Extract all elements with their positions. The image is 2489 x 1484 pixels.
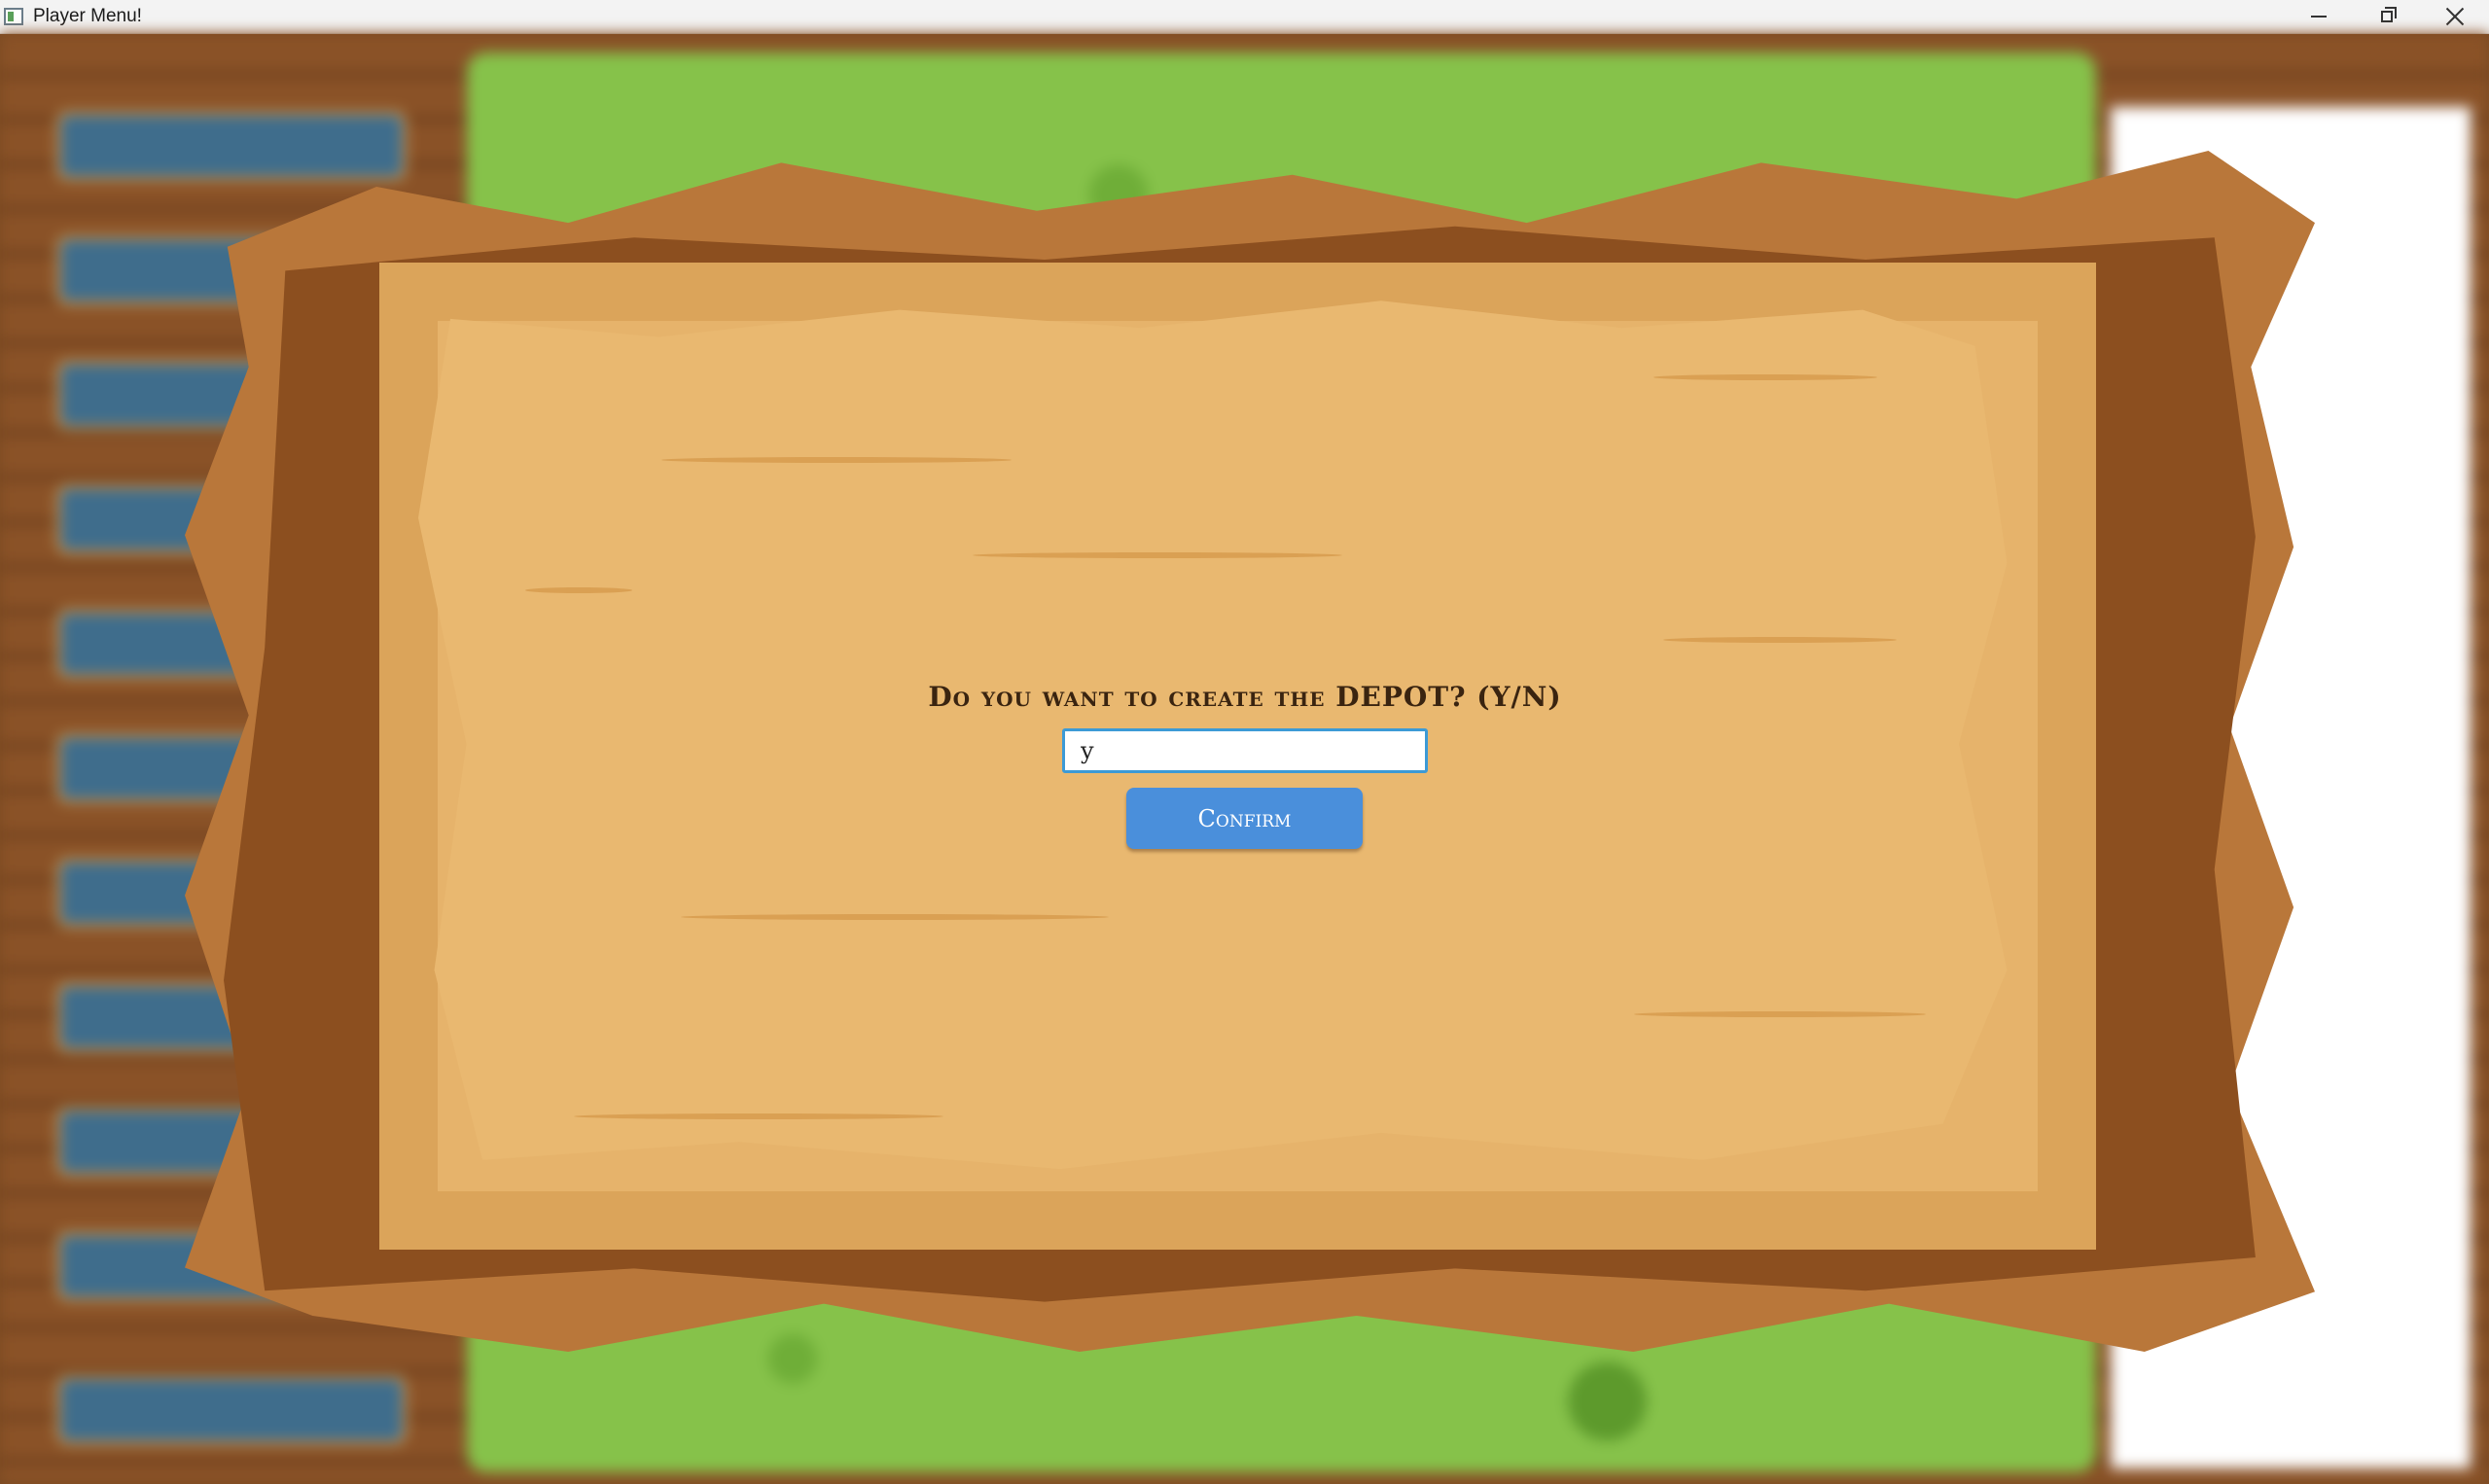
parchment-grain: [1663, 637, 1897, 643]
parchment-grain: [525, 587, 632, 593]
parchment-grain: [1653, 374, 1877, 380]
menu-button-blurred: [56, 1375, 407, 1445]
parchment-grain: [973, 552, 1342, 558]
parchment-grain: [681, 914, 1109, 920]
confirm-button[interactable]: Confirm: [1126, 788, 1363, 849]
parchment-grain: [661, 457, 1012, 463]
title-bar[interactable]: Player Menu!: [0, 0, 2489, 34]
minimize-icon: [2311, 16, 2327, 18]
side-panel-header: [2111, 62, 2402, 91]
restore-icon: [2381, 7, 2397, 22]
menu-button-blurred: [56, 111, 407, 181]
answer-input[interactable]: [1062, 728, 1428, 773]
restore-button[interactable]: [2353, 0, 2421, 33]
close-icon: [2445, 7, 2465, 26]
close-button[interactable]: [2421, 0, 2489, 33]
minimize-button[interactable]: [2285, 0, 2353, 33]
app-icon: [4, 8, 23, 25]
parchment-grain: [574, 1113, 943, 1119]
depot-prompt: Do you want to create the DEPOT? (Y/N): [928, 681, 1562, 713]
window-title: Player Menu!: [33, 6, 142, 26]
parchment-grain: [1634, 1011, 1926, 1017]
